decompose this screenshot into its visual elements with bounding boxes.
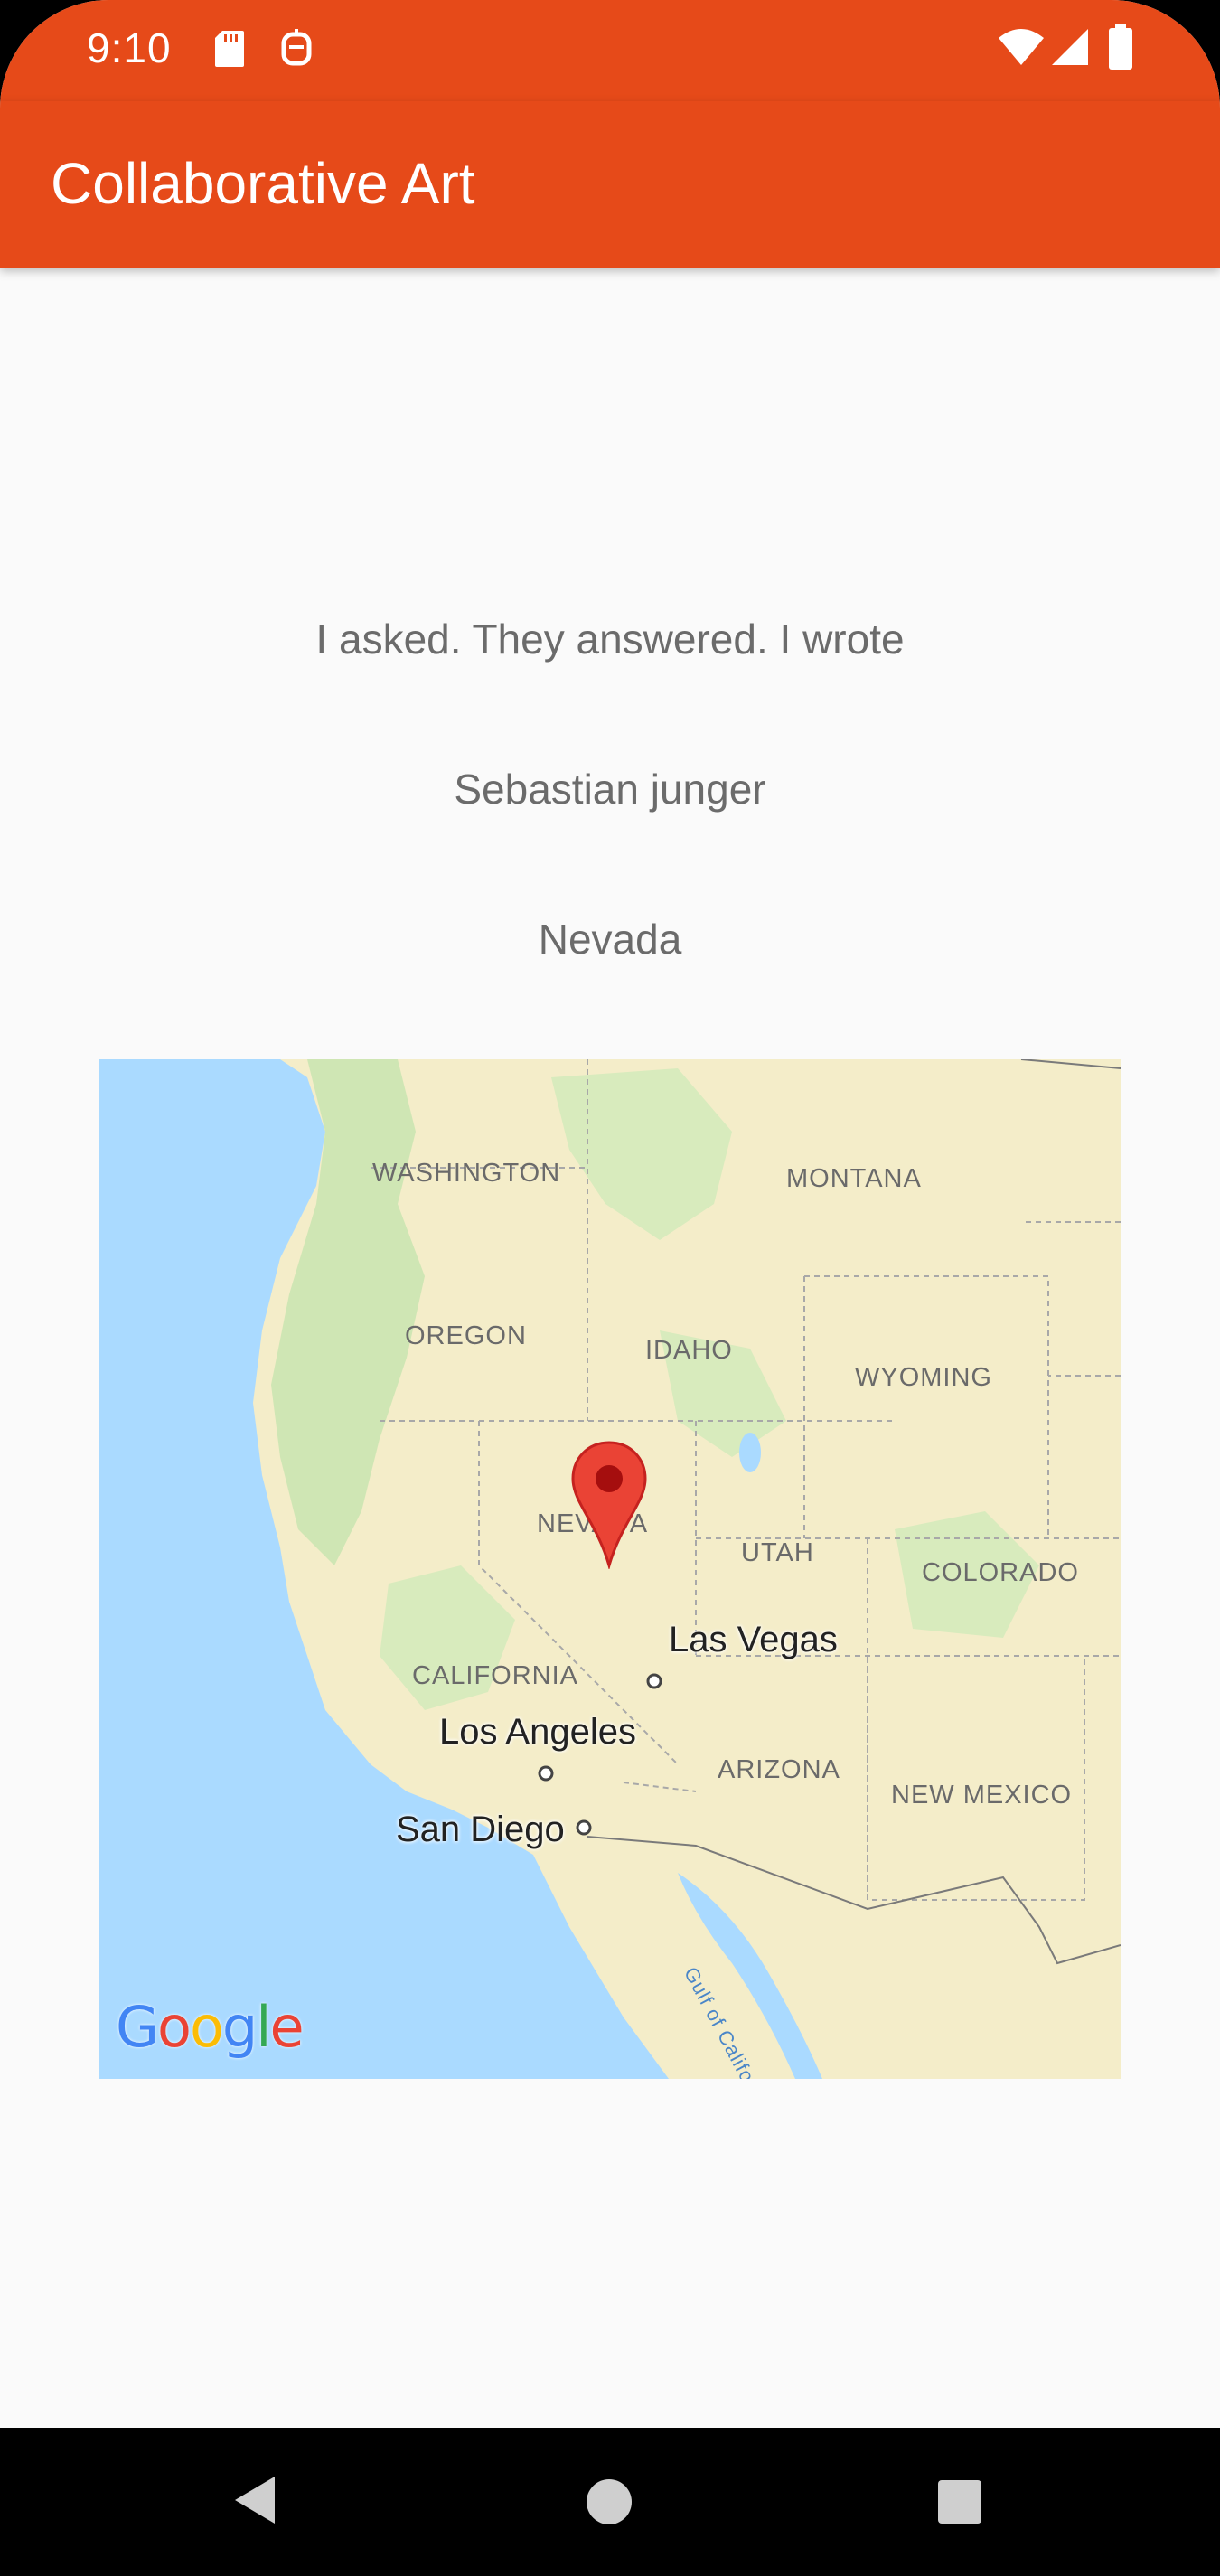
battery-icon	[1109, 24, 1132, 70]
label-utah: UTAH	[741, 1538, 814, 1567]
prompt-text: I asked. They answered. I wrote	[315, 616, 905, 663]
city-marker-icon	[646, 1673, 662, 1689]
app-title: Collaborative Art	[51, 151, 475, 216]
app-bar: Collaborative Art	[0, 101, 1220, 268]
recents-icon[interactable]	[936, 2478, 983, 2525]
label-washington: WASHINGTON	[372, 1159, 561, 1188]
label-idaho: IDAHO	[645, 1336, 733, 1365]
city-san-diego: San Diego	[396, 1810, 565, 1849]
city-marker-icon	[576, 1819, 592, 1836]
label-wyoming: WYOMING	[855, 1363, 992, 1392]
label-montana: MONTANA	[786, 1164, 922, 1193]
city-las-vegas: Las Vegas	[669, 1620, 838, 1659]
rocket-icon	[281, 29, 312, 66]
author-text: Sebastian junger	[454, 766, 766, 813]
back-icon[interactable]	[231, 2473, 277, 2527]
location-pin-icon[interactable]	[569, 1439, 649, 1569]
city-los-angeles: Los Angeles	[439, 1712, 636, 1752]
navigation-bar	[0, 2428, 1220, 2576]
label-colorado: COLORADO	[922, 1558, 1079, 1587]
map-view[interactable]: WASHINGTON MONTANA OREGON IDAHO WYOMING …	[99, 1059, 1121, 2079]
status-bar: 9:10	[0, 0, 1220, 101]
city-marker-icon	[538, 1765, 554, 1782]
label-new-mexico: NEW MEXICO	[891, 1781, 1073, 1810]
wifi-icon	[999, 29, 1044, 65]
home-icon[interactable]	[584, 2477, 634, 2527]
sd-card-icon	[215, 31, 244, 67]
content-area: I asked. They answered. I wrote Sebastia…	[0, 268, 1220, 2428]
location-text: Nevada	[538, 916, 682, 963]
label-arizona: ARIZONA	[718, 1755, 840, 1784]
label-oregon: OREGON	[405, 1321, 527, 1350]
phone-screen: 9:10 Collaborative Art I asked. They ans…	[0, 0, 1220, 2576]
signal-icon	[1052, 29, 1088, 65]
status-time: 9:10	[87, 24, 172, 71]
google-logo: Google	[116, 1994, 305, 2060]
label-california: CALIFORNIA	[412, 1661, 579, 1690]
